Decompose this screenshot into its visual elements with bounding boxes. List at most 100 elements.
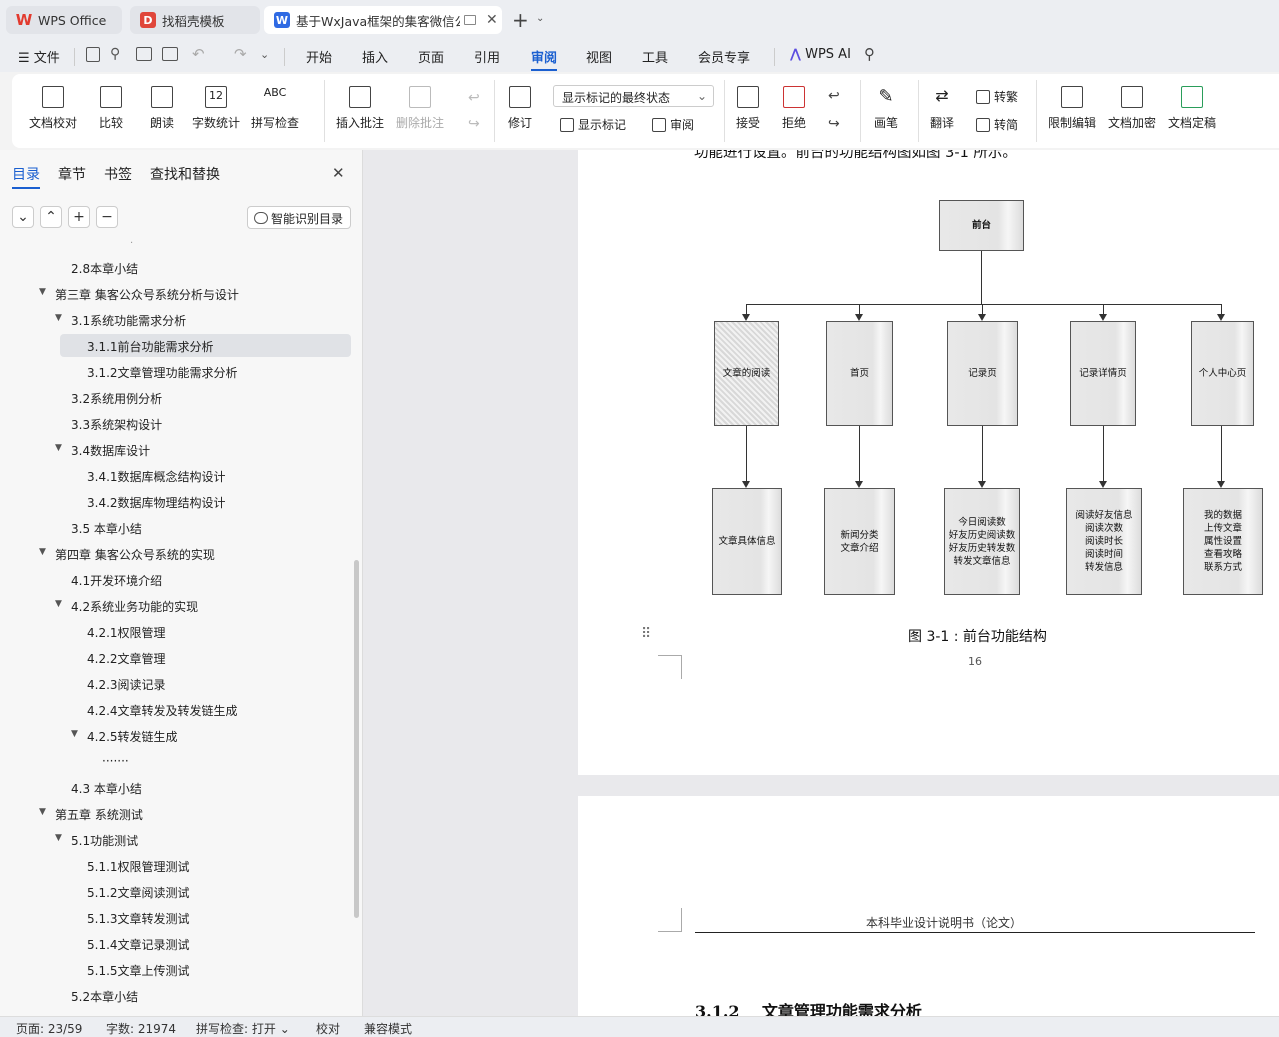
toc-item[interactable]: 5.1.3文章转发测试	[0, 906, 350, 929]
menu-review[interactable]: 审阅	[531, 47, 557, 66]
smart-toc-button[interactable]: 智能识别目录	[247, 206, 351, 229]
pen-button[interactable]: ✎ 画笔	[874, 86, 898, 131]
drag-handle-icon[interactable]: ⠿	[641, 626, 651, 642]
toc-item[interactable]: 4.3 本章小结	[0, 776, 350, 799]
diagram-level2-node[interactable]: 今日阅读数 好友历史阅读数 好友历史转发数 转发文章信息	[944, 488, 1020, 595]
expand-toggle-icon[interactable]: ▼	[55, 313, 62, 323]
toc-item[interactable]: 3.3系统架构设计	[0, 412, 350, 435]
toc-item[interactable]: 第四章 集客公众号系统的实现 ▼	[0, 542, 350, 565]
restrict-edit-button[interactable]: 限制编辑	[1048, 86, 1096, 131]
review-pane-button[interactable]: 审阅	[652, 116, 694, 133]
print-icon[interactable]	[136, 47, 152, 61]
toc-item[interactable]: 4.2.3阅读记录	[0, 672, 350, 695]
menu-page[interactable]: 页面	[418, 47, 444, 66]
encrypt-button[interactable]: 文档加密	[1108, 86, 1156, 131]
toc-item[interactable]: 4.2.5转发链生成 ▼	[0, 724, 350, 747]
diagram-level1-node[interactable]: 首页	[826, 321, 893, 426]
tab-docer-templates[interactable]: D 找稻壳模板	[130, 6, 260, 34]
quick-access-chevron-icon[interactable]: ⌄	[260, 48, 269, 61]
menu-member[interactable]: 会员专享	[698, 47, 750, 66]
toc-item[interactable]: 3.4.2数据库物理结构设计	[0, 490, 350, 513]
expand-toggle-icon[interactable]: ▼	[71, 729, 78, 739]
toc-item[interactable]: 5.1.4文章记录测试	[0, 932, 350, 955]
page-indicator[interactable]: 页面: 23/59	[16, 1020, 82, 1037]
toc-item[interactable]: 3.4数据库设计 ▼	[0, 438, 350, 461]
close-tab-icon[interactable]: ✕	[486, 12, 498, 28]
toc-item[interactable]: 3.1.1前台功能需求分析	[60, 334, 351, 357]
diagram-level1-node[interactable]: 记录页	[947, 321, 1018, 426]
nav-tab-find-replace[interactable]: 查找和替换	[150, 164, 220, 184]
insert-comment-button[interactable]: 插入批注	[336, 86, 384, 131]
toc-item[interactable]: 5.1.1权限管理测试	[0, 854, 350, 877]
menu-insert[interactable]: 插入	[362, 47, 388, 66]
toc-item[interactable]: 3.1系统功能需求分析 ▼	[0, 308, 350, 331]
reject-button[interactable]: 拒绝	[782, 86, 806, 131]
markup-state-select[interactable]: 显示标记的最终状态 ⌄	[553, 85, 714, 107]
wps-ai-button[interactable]: ⋀ WPS AI	[790, 47, 851, 62]
close-pane-icon[interactable]: ✕	[332, 164, 345, 182]
toc-item[interactable]: 5.1功能测试 ▼	[0, 828, 350, 851]
toc-item[interactable]: 3.4.1数据库概念结构设计	[0, 464, 350, 487]
toc-item[interactable]: 3.1.2文章管理功能需求分析	[0, 360, 350, 383]
proofread-status[interactable]: 校对	[316, 1020, 340, 1037]
tab-list-chevron-icon[interactable]: ⌄	[536, 13, 544, 24]
collapse-icon[interactable]: ⌄	[12, 206, 34, 228]
toc-item[interactable]: 5.1.2文章阅读测试	[0, 880, 350, 903]
diagram-level2-node[interactable]: 新闻分类 文章介绍	[824, 488, 895, 595]
spell-check-status[interactable]: 拼写检查: 打开 ⌄	[196, 1020, 290, 1037]
redo-icon[interactable]: ↷	[234, 45, 247, 63]
remove-heading-icon[interactable]: −	[96, 206, 118, 228]
new-tab-icon[interactable]: +	[512, 8, 529, 32]
expand-toggle-icon[interactable]: ▼	[55, 599, 62, 609]
expand-toggle-icon[interactable]: ▼	[39, 547, 46, 557]
nav-tab-toc[interactable]: 目录	[12, 164, 40, 184]
expand-icon[interactable]: ⌃	[40, 206, 62, 228]
accept-button[interactable]: 接受	[736, 86, 760, 131]
diagram-level2-node[interactable]: 我的数据 上传文章 属性设置 查看攻略 联系方式	[1183, 488, 1263, 595]
prev-change-icon[interactable]: ↩	[828, 88, 840, 104]
undo-icon[interactable]: ↶	[192, 45, 205, 63]
revise-button[interactable]: 修订	[508, 86, 532, 131]
toc-item[interactable]: 4.2.4文章转发及转发链生成	[0, 698, 350, 721]
word-count-button[interactable]: 12 字数统计	[192, 86, 240, 131]
toc-item[interactable]: ·······	[0, 750, 350, 773]
diagram-level2-node[interactable]: 文章具体信息	[712, 488, 782, 595]
menu-tools[interactable]: 工具	[642, 47, 668, 66]
toc-item[interactable]: 4.2.2文章管理	[0, 646, 350, 669]
finalize-button[interactable]: 文档定稿	[1168, 86, 1216, 131]
diagram-level1-node[interactable]: 记录详情页	[1070, 321, 1136, 426]
word-count-indicator[interactable]: 字数: 21974	[106, 1020, 176, 1037]
toc-item[interactable]: 3.5 本章小结	[0, 516, 350, 539]
print-preview-icon[interactable]	[162, 47, 178, 61]
diagram-level1-node[interactable]: 个人中心页	[1191, 321, 1254, 426]
toc-item[interactable]: 3.2系统用例分析	[0, 386, 350, 409]
diagram-root-node[interactable]: 前台	[939, 200, 1024, 251]
translate-button[interactable]: ⇄ 翻译	[930, 86, 954, 131]
toc-item[interactable]: 4.2系统业务功能的实现 ▼	[0, 594, 350, 617]
prev-comment-icon[interactable]: ↩	[468, 90, 480, 106]
menu-references[interactable]: 引用	[474, 47, 500, 66]
expand-toggle-icon[interactable]: ▼	[39, 287, 46, 297]
next-comment-icon[interactable]: ↪	[468, 116, 480, 132]
section-heading[interactable]: 3.1.2 文章管理功能需求分析	[695, 998, 922, 1016]
doc-proof-button[interactable]: 文档校对	[29, 86, 77, 131]
toc-item[interactable]: 5.2本章小结	[0, 984, 350, 1007]
to-simplified-button[interactable]: 转简	[976, 116, 1018, 133]
show-markup-button[interactable]: 显示标记	[560, 116, 626, 133]
nav-scrollbar[interactable]	[354, 560, 359, 918]
file-menu[interactable]: ☰ 文件	[18, 47, 60, 66]
expand-toggle-icon[interactable]: ▼	[55, 833, 62, 843]
next-change-icon[interactable]: ↪	[828, 116, 840, 132]
tab-current-document[interactable]: W 基于WxJava框架的集客微信公 ✕	[264, 6, 502, 34]
save-icon[interactable]	[86, 47, 100, 62]
expand-toggle-icon[interactable]: ▼	[55, 443, 62, 453]
menu-start[interactable]: 开始	[306, 47, 332, 66]
expand-toggle-icon[interactable]: ▼	[39, 807, 46, 817]
toc-item[interactable]: 第五章 系统测试 ▼	[0, 802, 350, 825]
spell-check-button[interactable]: ABC 拼写检查	[251, 86, 299, 131]
toc-item[interactable]: 第三章 集客公众号系统分析与设计 ▼	[0, 282, 350, 305]
add-heading-icon[interactable]: +	[68, 206, 90, 228]
delete-comment-button[interactable]: 删除批注	[396, 86, 444, 131]
tab-wps-office[interactable]: W WPS Office	[6, 6, 122, 34]
diagram-level2-node[interactable]: 阅读好友信息 阅读次数 阅读时长 阅读时间 转发信息	[1066, 488, 1142, 595]
